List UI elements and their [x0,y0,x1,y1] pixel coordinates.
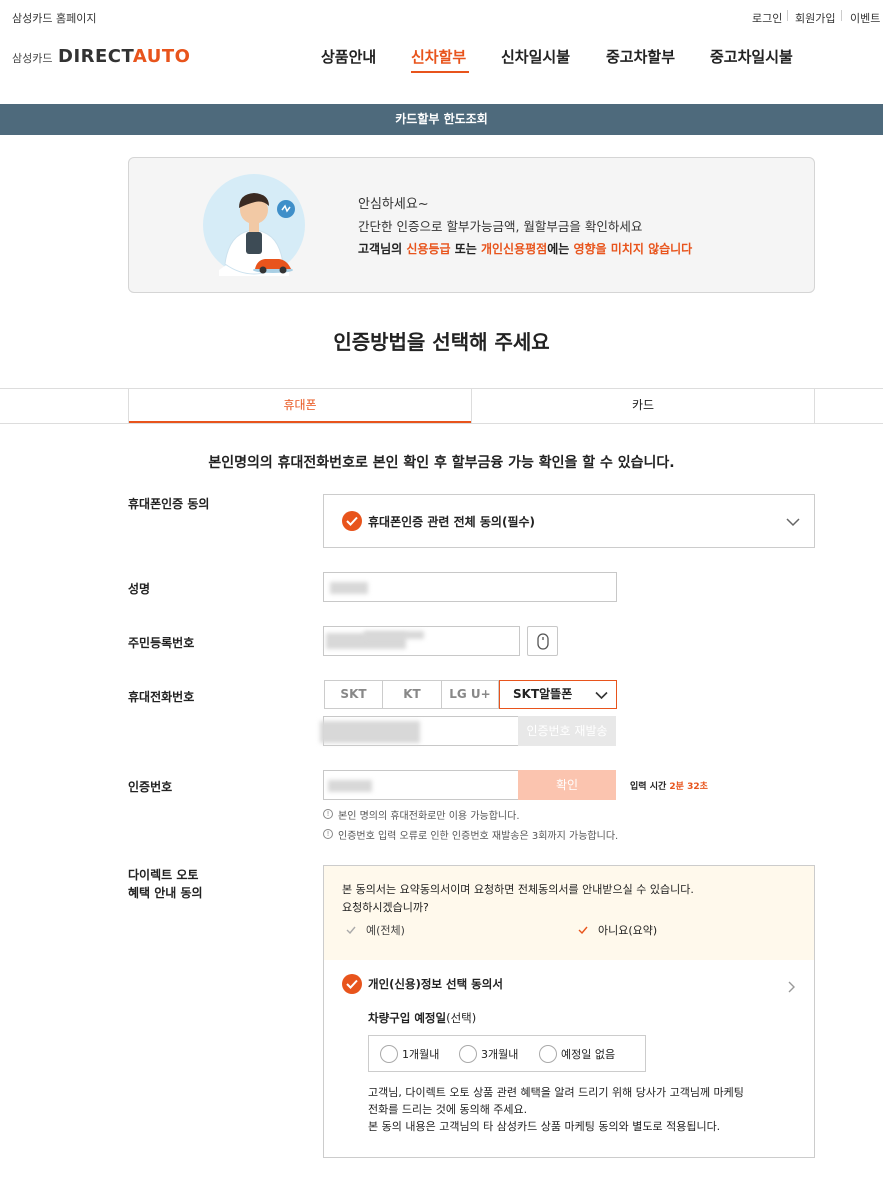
name-input[interactable] [323,572,617,602]
carrier-skt[interactable]: SKT [324,680,383,709]
option-summary-label: 아니요(요약) [598,924,658,937]
rrn-label: 주민등록번호 [128,636,195,650]
radio-3month-label: 3개월내 [481,1048,519,1061]
logo[interactable]: DIRECTAUTO [58,46,190,67]
chevron-down-icon[interactable] [786,512,800,531]
timer: 입력 시간 2분 32초 [630,782,708,792]
check-icon [578,926,588,934]
masked-value [330,582,368,594]
phone-number-input[interactable] [320,716,520,746]
benefit-label-2: 혜택 안내 동의 [128,886,203,900]
note-2: 인증번호 입력 오류로 인한 인증번호 재발송은 3회까지 가능합니다. [338,831,619,842]
carrier-selected-label: SKT알뜰폰 [513,687,573,701]
option-full-label: 예(전체) [366,924,405,937]
phone-label: 휴대전화번호 [128,690,195,704]
nav-used-car-lump-sum[interactable]: 중고차일시불 [710,46,793,67]
divider [0,423,883,424]
carrier-lgu[interactable]: LG U+ [442,680,499,709]
security-keypad-button[interactable] [527,626,558,656]
nav-active-underline [411,71,469,73]
rrn-input[interactable] [323,626,520,656]
desc-line-1: 고객님, 다이렉트 오토 상품 관련 혜택을 알려 드리기 위해 당사가 고객님… [368,1086,744,1099]
info-icon: ! [323,829,333,839]
code-label: 인증번호 [128,780,173,794]
resend-code-button[interactable]: 인증번호 재발송 [518,716,616,746]
samsungcard-home-link[interactable]: 삼성카드 홈페이지 [12,10,96,26]
desc-line-2: 전화를 드리는 것에 동의해 주세요. [368,1103,528,1116]
confirm-button[interactable]: 확인 [518,770,616,800]
intro-text: 본인명의의 휴대전화번호로 본인 확인 후 할부금융 가능 확인을 할 수 있습… [208,455,675,471]
carrier-mvno-select[interactable]: SKT알뜰폰 [499,680,617,709]
summary-line-2: 요청하시겠습니까? [342,901,429,914]
notice-line-1: 안심하세요~ [358,197,429,212]
signup-link[interactable]: 회원가입 [795,10,835,26]
tab-phone[interactable]: 휴대폰 [129,389,471,423]
radio-no-date-label: 예정일 없음 [561,1048,616,1061]
logo-brand-a: DIRECT [58,46,133,67]
carrier-kt[interactable]: KT [383,680,442,709]
person-phone-illustration [203,174,305,276]
page-banner: 카드할부 한도조회 [0,104,883,135]
nav-product-info[interactable]: 상품안내 [321,46,376,67]
note-1: 본인 명의의 휴대전화로만 이용 가능합니다. [338,811,520,822]
radio-no-date[interactable] [539,1045,557,1063]
chevron-right-icon[interactable] [788,978,796,997]
nav-used-car-installment[interactable]: 중고차할부 [606,46,675,67]
info-icon: ! [323,809,333,819]
name-label: 성명 [128,582,151,596]
code-input[interactable] [323,770,520,800]
radio-3month[interactable] [459,1045,477,1063]
divider [814,389,815,423]
consent-title[interactable]: 개인(신용)정보 선택 동의서 [368,976,503,992]
check-icon[interactable] [342,974,362,994]
check-icon [346,926,356,934]
purchase-label: 차량구입 예정일(선택) [368,1011,477,1025]
notice-line-3: 고객님의 신용등급 또는 개인신용평점에는 영향을 미치지 않습니다 [358,242,693,256]
masked-value [320,721,420,743]
masked-value [328,780,372,792]
tab-card[interactable]: 카드 [472,389,814,423]
benefit-label-1: 다이렉트 오토 [128,868,199,882]
divider [841,10,842,21]
radio-1month-label: 1개월내 [402,1048,440,1061]
chevron-down-icon [595,691,608,700]
agree-label: 휴대폰인증 동의 [128,497,210,511]
login-link[interactable]: 로그인 [752,10,782,26]
radio-1month[interactable] [380,1045,398,1063]
notice-line-2: 간단한 인증으로 할부가능금액, 월할부금을 확인하세요 [358,219,643,234]
agree-text: 휴대폰인증 관련 전체 동의(필수) [368,515,536,529]
page-title: 인증방법을 선택해 주세요 [333,330,550,354]
nav-new-car-lump-sum[interactable]: 신차일시불 [501,46,570,67]
divider [787,10,788,21]
masked-value [364,631,424,639]
nav-new-car-installment[interactable]: 신차할부 [411,46,466,67]
summary-line-1: 본 동의서는 요약동의서이며 요청하면 전체동의서를 안내받으실 수 있습니다. [342,883,694,896]
check-icon[interactable] [342,511,362,531]
desc-line-3: 본 동의 내용은 고객님의 타 삼성카드 상품 마케팅 동의와 별도로 적용됩니… [368,1120,721,1133]
logo-company: 삼성카드 [12,52,53,65]
logo-brand-b: AUTO [132,46,191,67]
event-link[interactable]: 이벤트 [850,10,880,26]
